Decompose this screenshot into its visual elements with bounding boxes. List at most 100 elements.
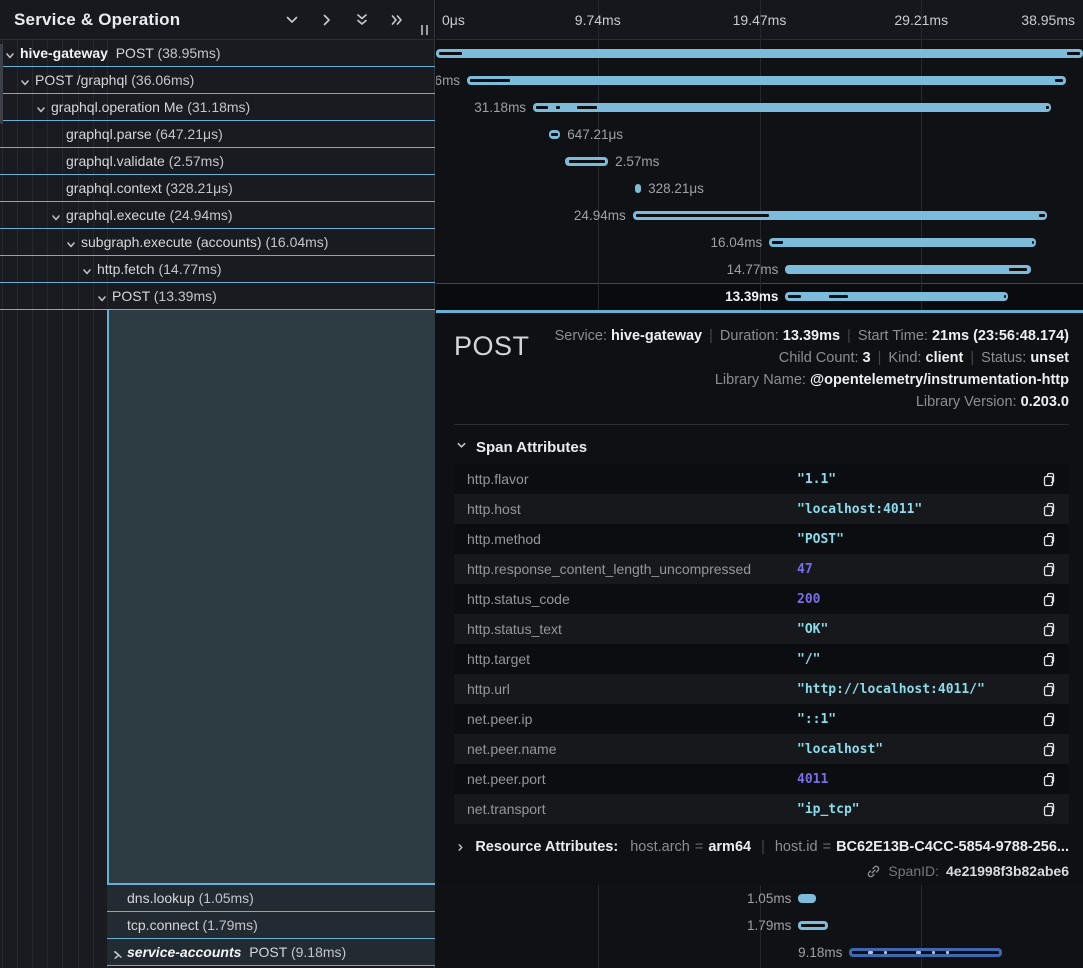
tree-scrollbar[interactable] [0, 44, 3, 124]
operation-name: graphql.parse [66, 126, 152, 142]
expand-one-icon[interactable] [318, 11, 336, 29]
attribute-key: http.method [467, 531, 797, 547]
span-tree-row[interactable]: tcp.connect (1.79ms) [107, 912, 435, 939]
span-duration: (2.57ms) [165, 153, 224, 169]
span-tree-row[interactable]: http.fetch (14.77ms) [0, 256, 435, 283]
span-tree-row[interactable]: dns.lookup (1.05ms) [107, 885, 435, 912]
chevron-down-icon[interactable] [36, 102, 46, 118]
tree-header: Service & Operation [0, 0, 434, 40]
span-duration-label: 16.04ms [710, 229, 769, 256]
trace-viewer: Service & Operation hive-gateway POST (3… [0, 0, 1083, 968]
child-span-marker [1039, 214, 1045, 217]
meta-divider: | [847, 328, 851, 344]
span-attributes-toggle[interactable]: Span Attributes [456, 438, 1069, 456]
child-span-marker [829, 295, 848, 298]
operation-name: http.fetch [97, 261, 155, 277]
copy-icon[interactable] [1039, 769, 1059, 789]
child-span-marker-light [946, 951, 949, 954]
span-bar[interactable] [533, 103, 1051, 112]
copy-icon[interactable] [1039, 469, 1059, 489]
attribute-key: http.url [467, 681, 797, 697]
span-duration-label: 36.06ms [436, 67, 467, 94]
span-tree-row[interactable]: graphql.validate (2.57ms) [0, 148, 435, 175]
equals-sign: = [695, 839, 703, 855]
collapse-all-icon[interactable] [353, 11, 371, 29]
chevron-down-icon[interactable] [97, 291, 107, 307]
span-bar[interactable] [785, 265, 1030, 274]
meta-value: @opentelemetry/instrumentation-http [810, 372, 1069, 388]
span-duration: (1.05ms) [195, 890, 254, 906]
chevron-right-icon[interactable] [112, 947, 122, 963]
meta-value: client [926, 350, 964, 366]
copy-icon[interactable] [1039, 589, 1059, 609]
attribute-row: http.status_text"OK" [454, 614, 1069, 644]
collapse-one-icon[interactable] [283, 11, 301, 29]
resource-attributes-title: Resource Attributes: [475, 839, 618, 855]
chevron-down-icon[interactable] [66, 237, 76, 253]
meta-label: Child Count: [779, 350, 863, 366]
copy-icon[interactable] [1039, 679, 1059, 699]
ruler-tick: 9.74ms [575, 0, 621, 40]
span-tree-top: hive-gateway POST (38.95ms)POST /graphql… [0, 40, 435, 310]
operation-name: graphql.context [66, 180, 162, 196]
attribute-value: 200 [797, 592, 1039, 607]
span-tree-pane: Service & Operation hive-gateway POST (3… [0, 0, 435, 968]
column-resize-handle[interactable] [421, 25, 428, 35]
operation-name: tcp.connect [127, 917, 199, 933]
copy-icon[interactable] [1039, 649, 1059, 669]
operation-name: POST [116, 45, 154, 61]
meta-label: Start Time: [858, 328, 932, 344]
copy-icon[interactable] [1039, 619, 1059, 639]
copy-icon[interactable] [1039, 739, 1059, 759]
span-tree-row[interactable]: graphql.operation Me (31.18ms) [0, 94, 435, 121]
chevron-down-icon[interactable] [20, 75, 30, 91]
child-span-marker [1009, 268, 1028, 271]
link-icon[interactable] [866, 864, 881, 879]
attribute-value: "/" [797, 652, 1039, 667]
chevron-down-icon [456, 438, 467, 456]
copy-icon[interactable] [1039, 559, 1059, 579]
attribute-value: "localhost" [797, 742, 1039, 757]
timeline-row: 2.57ms [436, 148, 1083, 175]
span-tree-row[interactable]: POST /graphql (36.06ms) [0, 67, 435, 94]
expand-all-icon[interactable] [388, 11, 406, 29]
timeline-row: 1.05ms [436, 885, 1083, 912]
copy-icon[interactable] [1039, 709, 1059, 729]
span-bar[interactable] [785, 292, 1008, 301]
span-duration: (31.18ms) [183, 99, 250, 115]
span-bar[interactable] [436, 49, 1083, 58]
copy-icon[interactable] [1039, 499, 1059, 519]
span-tree-row[interactable]: POST (13.39ms) [0, 283, 435, 310]
attribute-key: net.transport [467, 801, 797, 817]
ruler-labels: 0μs9.74ms19.47ms29.21ms38.95ms [436, 0, 1083, 40]
copy-icon[interactable] [1039, 529, 1059, 549]
span-tree-row[interactable]: service-accounts POST (9.18ms) [107, 939, 435, 966]
span-bar[interactable] [467, 76, 1066, 85]
chevron-down-icon[interactable] [5, 48, 15, 64]
child-span-marker-light [916, 951, 921, 954]
copy-icon[interactable] [1039, 799, 1059, 819]
child-span-marker [470, 79, 510, 82]
attribute-row: http.method"POST" [454, 524, 1069, 554]
chevron-down-icon[interactable] [51, 210, 61, 226]
span-bar[interactable] [769, 238, 1036, 247]
attribute-row: http.flavor"1.1" [454, 464, 1069, 494]
span-bar[interactable] [798, 894, 815, 903]
span-tree-row[interactable]: hive-gateway POST (38.95ms) [0, 40, 435, 67]
operation-name: POST [249, 944, 287, 960]
span-tree-row[interactable]: graphql.context (328.21μs) [0, 175, 435, 202]
child-span-marker [536, 106, 548, 109]
resource-attributes-row[interactable]: Resource Attributes: host.arch=arm64|hos… [456, 839, 1069, 855]
child-span-marker-light [932, 951, 935, 954]
span-duration-label: 1.79ms [747, 912, 798, 939]
meta-divider: | [970, 350, 974, 366]
span-id-label: SpanID: [888, 863, 939, 879]
ruler-tick: 19.47ms [733, 0, 787, 40]
span-tree-row[interactable]: graphql.execute (24.94ms) [0, 202, 435, 229]
timeline-rows-bottom: 1.05ms1.79ms9.18ms [436, 885, 1083, 966]
child-span-marker [1032, 241, 1034, 244]
attribute-key: http.status_text [467, 621, 797, 637]
chevron-down-icon[interactable] [82, 264, 92, 280]
span-tree-row[interactable]: subgraph.execute (accounts) (16.04ms) [0, 229, 435, 256]
span-tree-row[interactable]: graphql.parse (647.21μs) [0, 121, 435, 148]
